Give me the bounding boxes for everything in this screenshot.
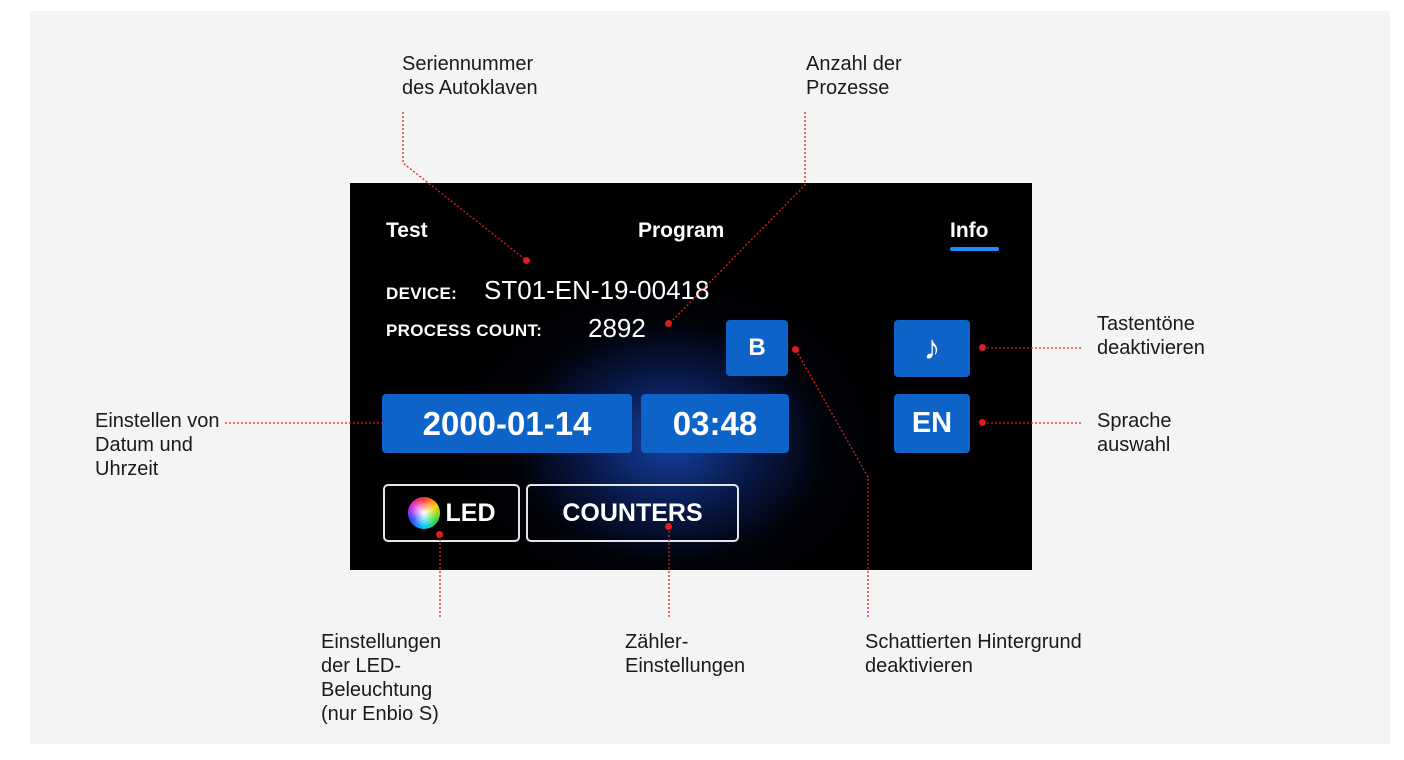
- counters-pointer-dot: [665, 523, 672, 530]
- datetime-annotation-line: Datum und: [95, 434, 193, 456]
- serial-pointer-dot: [523, 257, 530, 264]
- process-annotation-line: Anzahl der: [806, 53, 902, 75]
- led-annotation-line: Beleuchtung: [321, 679, 433, 701]
- shading-annotation-line: deaktivieren: [865, 655, 973, 677]
- led-annotation-line: (nur Enbio S): [321, 703, 439, 725]
- counters-annotation-line: Einstellungen: [625, 655, 746, 677]
- shading-pointer-line: [795, 349, 869, 618]
- led-pointer-dot: [436, 531, 443, 538]
- sound-annotation: Tastentöne deaktivieren: [1097, 312, 1205, 360]
- language-annotation: Sprache auswahl: [1097, 409, 1172, 457]
- serial-annotation-line: des Autoklaven: [402, 77, 538, 99]
- led-annotation-line: der LED-: [321, 655, 402, 677]
- process-pointer-dot: [665, 320, 672, 327]
- language-annotation-line: auswahl: [1097, 434, 1171, 456]
- sound-annotation-line: Tastentöne: [1097, 313, 1195, 335]
- datetime-annotation-line: Einstellen von: [95, 410, 220, 432]
- language-annotation-line: Sprache: [1097, 410, 1172, 432]
- shading-pointer-dot: [792, 346, 799, 353]
- datetime-annotation-line: Uhrzeit: [95, 458, 159, 480]
- led-annotation: Einstellungen der LED- Beleuchtung (nur …: [321, 630, 441, 726]
- serial-annotation-line: Seriennummer: [402, 53, 534, 75]
- process-annotation-line: Prozesse: [806, 77, 890, 99]
- sound-annotation-line: deaktivieren: [1097, 337, 1205, 359]
- language-pointer-dot: [979, 419, 986, 426]
- process-annotation: Anzahl der Prozesse: [806, 52, 902, 100]
- sound-pointer-dot: [979, 344, 986, 351]
- led-annotation-line: Einstellungen: [321, 631, 442, 653]
- process-pointer-line: [668, 112, 806, 325]
- datetime-annotation: Einstellen von Datum und Uhrzeit: [95, 409, 220, 481]
- serial-pointer-line: [402, 112, 528, 262]
- counters-annotation: Zähler- Einstellungen: [625, 630, 745, 678]
- counters-annotation-line: Zähler-: [625, 631, 689, 653]
- shading-annotation-line: Schattierten Hintergrund: [865, 631, 1082, 653]
- serial-annotation: Seriennummer des Autoklaven: [402, 52, 538, 100]
- shading-annotation: Schattierten Hintergrund deaktivieren: [865, 630, 1082, 678]
